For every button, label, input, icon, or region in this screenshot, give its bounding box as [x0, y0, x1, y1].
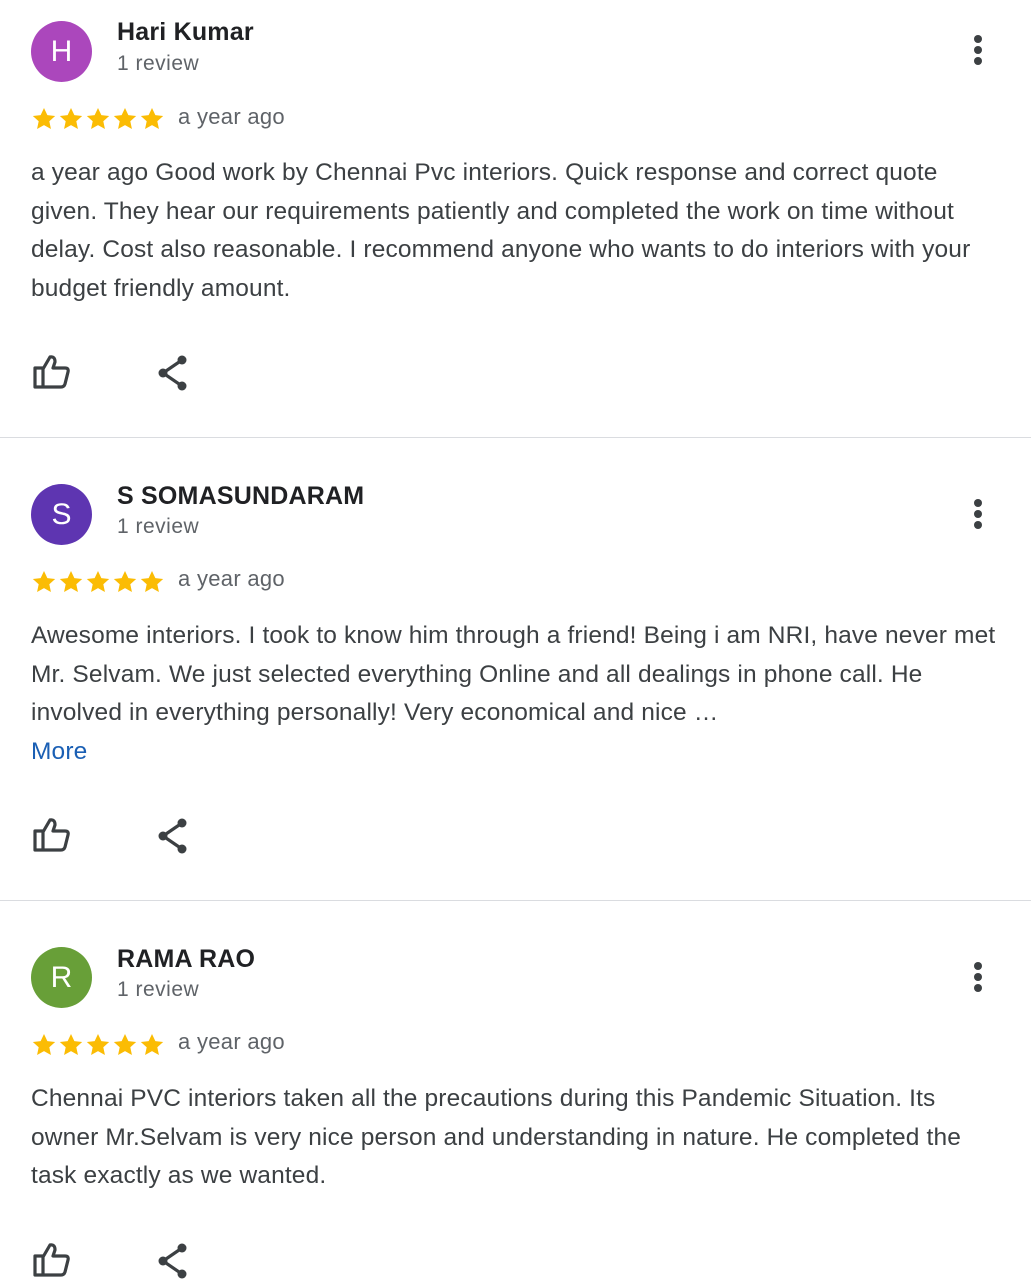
- avatar[interactable]: R: [31, 947, 92, 1008]
- star-icon: [59, 107, 83, 129]
- share-icon: [155, 818, 195, 860]
- review-time: a year ago: [178, 104, 285, 129]
- star-rating: [31, 569, 165, 595]
- share-icon: [155, 355, 195, 397]
- review-text-content: a year ago Good work by Chennai Pvc inte…: [31, 159, 971, 303]
- reviewer-review-count: 1 review: [117, 515, 200, 538]
- review-card: S S SOMASUNDARAM 1 review a year ago Awe…: [0, 438, 1031, 900]
- share-button[interactable]: [155, 816, 195, 856]
- avatar[interactable]: H: [31, 21, 92, 82]
- more-vert-icon[interactable]: [966, 959, 990, 995]
- reviewer-name[interactable]: RAMA RAO: [117, 945, 255, 974]
- star-icon: [86, 107, 110, 129]
- star-icon: [59, 1033, 83, 1055]
- share-button[interactable]: [155, 1241, 195, 1281]
- avatar[interactable]: S: [31, 484, 92, 545]
- review-text: Chennai PVC interiors taken all the prec…: [31, 1080, 1001, 1196]
- star-icon: [140, 107, 164, 129]
- star-icon: [32, 570, 56, 592]
- star-icon: [86, 1033, 110, 1055]
- star-icon: [32, 1033, 56, 1055]
- review-text-content: Awesome interiors. I took to know him th…: [31, 622, 996, 727]
- star-icon: [113, 570, 137, 592]
- review-text-content: Chennai PVC interiors taken all the prec…: [31, 1085, 962, 1190]
- star-rating: [31, 106, 165, 132]
- share-button[interactable]: [155, 353, 195, 393]
- star-icon: [86, 570, 110, 592]
- more-vert-icon[interactable]: [966, 496, 990, 532]
- thumbs-up-icon: [31, 818, 71, 858]
- reviewer-name[interactable]: S SOMASUNDARAM: [117, 482, 364, 511]
- review-card: H Hari Kumar 1 review a year ago a year …: [0, 0, 1031, 437]
- star-icon: [140, 570, 164, 592]
- like-button[interactable]: [31, 1239, 71, 1279]
- like-button[interactable]: [31, 814, 71, 854]
- review-time: a year ago: [178, 1029, 285, 1054]
- review-text: Awesome interiors. I took to know him th…: [31, 617, 1001, 772]
- thumbs-up-icon: [31, 1243, 71, 1283]
- reviewer-name[interactable]: Hari Kumar: [117, 18, 254, 47]
- more-vert-icon[interactable]: [966, 32, 990, 68]
- like-button[interactable]: [31, 351, 71, 391]
- star-icon: [113, 1033, 137, 1055]
- star-icon: [32, 107, 56, 129]
- reviewer-review-count: 1 review: [117, 978, 200, 1001]
- reviewer-review-count: 1 review: [117, 52, 200, 75]
- review-text: a year ago Good work by Chennai Pvc inte…: [31, 154, 1001, 309]
- star-icon: [59, 570, 83, 592]
- share-icon: [155, 1243, 195, 1285]
- star-rating: [31, 1032, 165, 1058]
- star-icon: [113, 107, 137, 129]
- review-time: a year ago: [178, 566, 285, 591]
- review-card: R RAMA RAO 1 review a year ago Chennai P…: [0, 901, 1031, 1282]
- star-icon: [140, 1033, 164, 1055]
- thumbs-up-icon: [31, 355, 71, 395]
- more-link[interactable]: More: [31, 738, 87, 765]
